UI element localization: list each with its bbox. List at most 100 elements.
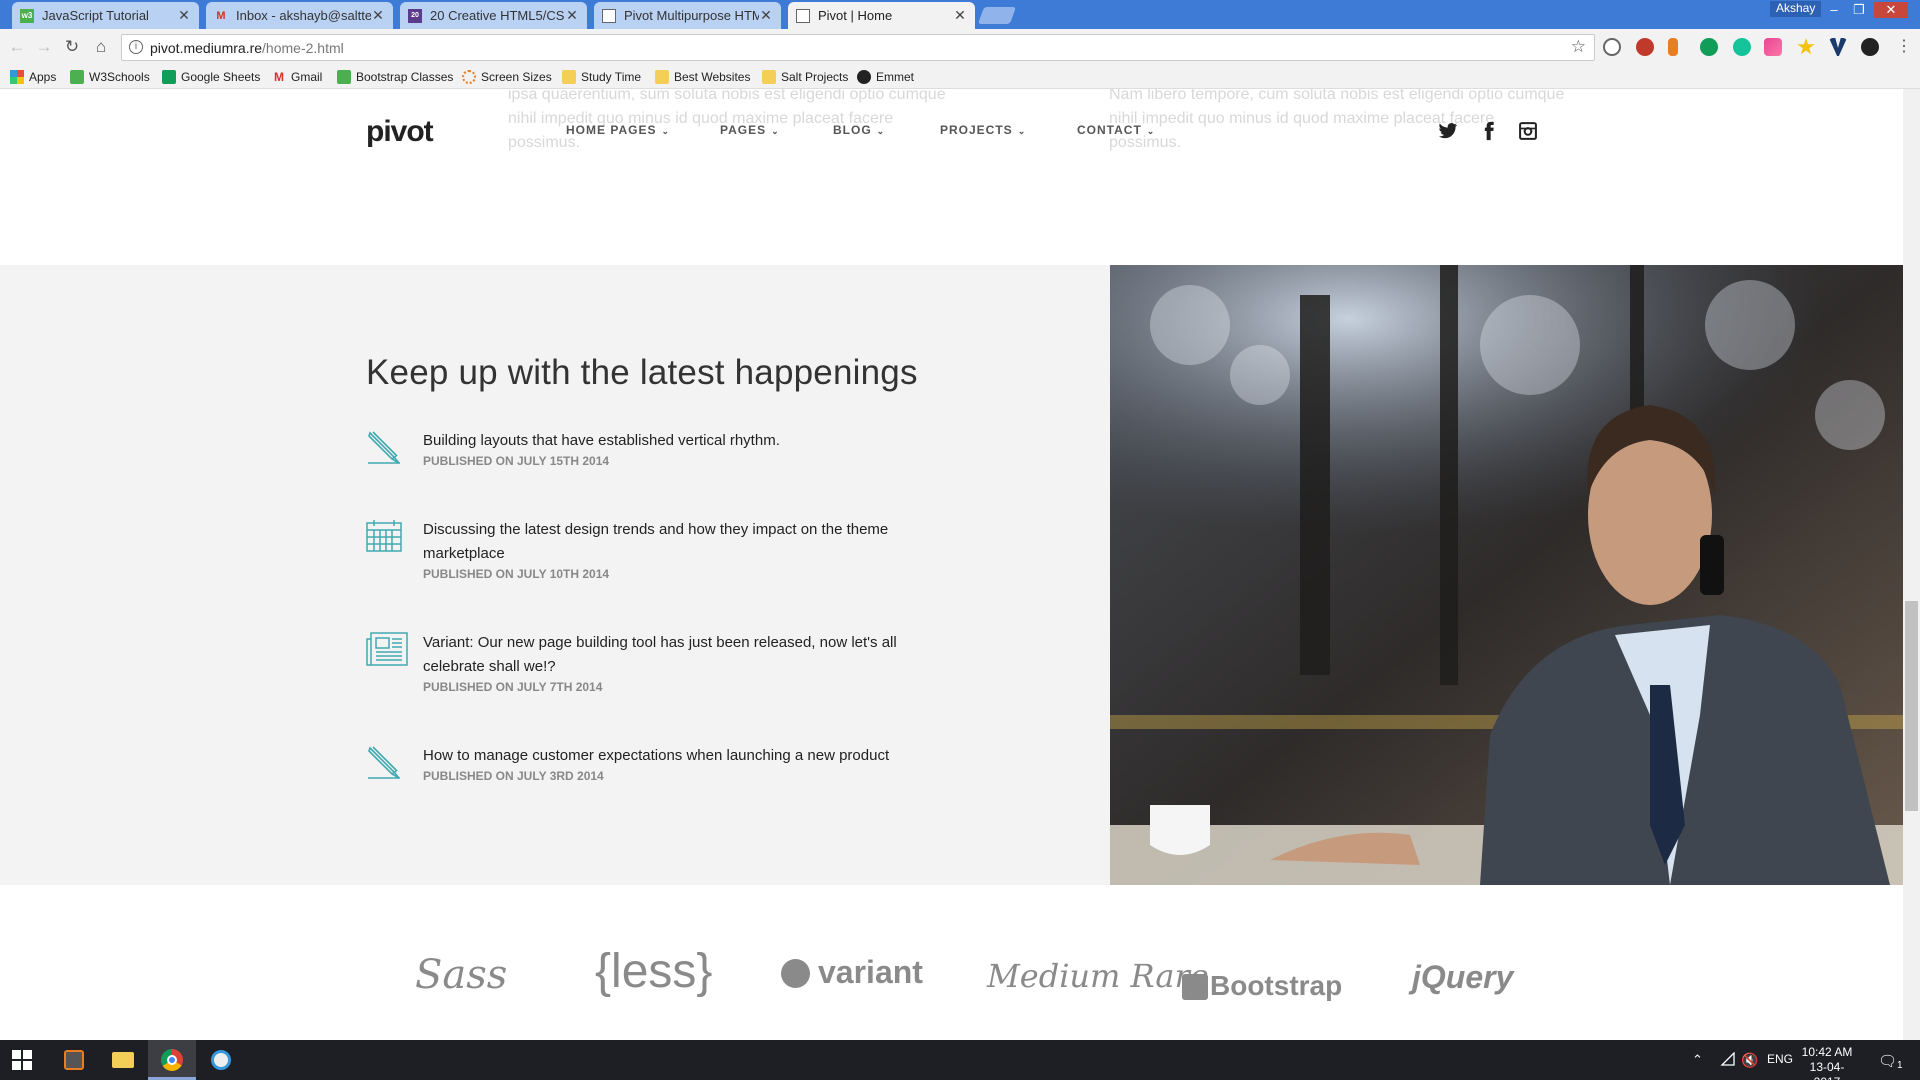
instagram-icon[interactable] [1517, 121, 1539, 143]
news-item-date: PUBLISHED ON JULY 15TH 2014 [423, 454, 610, 468]
news-item-date: PUBLISHED ON JULY 10TH 2014 [423, 567, 610, 581]
grammarly-icon[interactable] [1733, 38, 1751, 56]
bookmark-google-sheets[interactable]: Google Sheets [162, 68, 260, 86]
tab-javascript-tutorial[interactable]: w3 JavaScript Tutorial ✕ [12, 2, 199, 29]
news-item-title[interactable]: Discussing the latest design trends and … [423, 518, 923, 566]
tab-inbox[interactable]: M Inbox - akshayb@salttec ✕ [206, 2, 393, 29]
brand-sass: Sass [415, 952, 508, 998]
news-item-title[interactable]: Variant: Our new page building tool has … [423, 631, 923, 679]
close-tab-icon[interactable]: ✕ [565, 7, 579, 24]
taskbar-sublime-icon[interactable] [50, 1040, 98, 1080]
news-item-date: PUBLISHED ON JULY 3RD 2014 [423, 769, 604, 783]
bootstrap-classes-icon [337, 70, 351, 84]
apps-grid-icon [10, 70, 24, 84]
news-item-title[interactable]: How to manage customer expectations when… [423, 744, 923, 768]
notification-count: 1 [1897, 1060, 1903, 1071]
news-heading: Keep up with the latest happenings [366, 353, 918, 392]
news-section: Keep up with the latest happenings Build… [0, 265, 1110, 885]
extension-v-icon[interactable] [1829, 38, 1847, 56]
facebook-icon[interactable] [1478, 121, 1500, 143]
folder-icon [655, 70, 669, 84]
reload-icon[interactable]: ↻ [61, 36, 83, 58]
chevron-down-icon: ⌄ [771, 126, 780, 136]
news-item[interactable]: Building layouts that have established v… [366, 429, 966, 489]
profile-name[interactable]: Akshay [1770, 1, 1822, 17]
evernote-icon[interactable] [1700, 38, 1718, 56]
folder-icon [762, 70, 776, 84]
extension-dark-icon[interactable] [1861, 38, 1879, 56]
info-icon[interactable]: i [129, 40, 143, 54]
brand-variant: variant [818, 954, 923, 990]
adblock-icon[interactable] [1636, 38, 1654, 56]
url-text[interactable]: pivot.mediumra.re/home-2.html [150, 40, 344, 56]
site-logo[interactable]: pivot [366, 115, 434, 149]
bookmark-star-icon[interactable]: ☆ [1571, 37, 1586, 57]
show-hidden-icons-icon[interactable]: ⌃ [1692, 1052, 1703, 1068]
bookmark-folder-best-websites[interactable]: Best Websites [655, 68, 750, 86]
tab-pivot-home[interactable]: Pivot | Home ✕ [788, 2, 975, 29]
chrome-menu-icon[interactable]: ⋮ [1893, 36, 1915, 58]
extension-recycle-icon[interactable] [1603, 38, 1621, 56]
nav-blog[interactable]: BLOG ⌄ [833, 123, 885, 137]
bookmark-emmet[interactable]: Emmet [857, 68, 914, 86]
home-icon[interactable]: ⌂ [90, 36, 112, 58]
tab-pivot-multipurpose[interactable]: Pivot Multipurpose HTM ✕ [594, 2, 781, 29]
system-clock[interactable]: 10:42 AM 13-04-2017 [1797, 1045, 1857, 1090]
w3schools-favicon-icon: w3 [20, 8, 34, 23]
action-center-icon[interactable]: 🗨 [1878, 1052, 1897, 1070]
extension-palette-icon[interactable] [1764, 38, 1782, 56]
sheets-icon [162, 70, 176, 84]
bookmarks-bar: Apps W3Schools Google Sheets M Gmail Boot… [0, 65, 1920, 89]
bookmark-folder-study-time[interactable]: Study Time [562, 68, 641, 86]
bookmark-folder-salt-projects[interactable]: Salt Projects [762, 68, 848, 86]
nav-pages[interactable]: PAGES ⌄ [720, 123, 780, 137]
bookmark-w3schools[interactable]: W3Schools [70, 68, 150, 86]
news-item[interactable]: How to manage customer expectations when… [366, 744, 966, 804]
news-item-title[interactable]: Building layouts that have established v… [423, 429, 923, 453]
bookmark-apps[interactable]: Apps [10, 68, 56, 86]
page-scrollbar[interactable] [1903, 89, 1920, 1040]
close-window-icon[interactable]: ✕ [1874, 2, 1908, 18]
close-tab-icon[interactable]: ✕ [759, 7, 773, 24]
scrollbar-thumb[interactable] [1905, 601, 1918, 811]
bookmark-bootstrap-classes[interactable]: Bootstrap Classes [337, 68, 453, 86]
volume-muted-icon[interactable]: 🔇 [1741, 1052, 1758, 1069]
close-tab-icon[interactable]: ✕ [953, 7, 967, 24]
minimize-icon[interactable]: – [1823, 2, 1845, 18]
chevron-down-icon: ⌄ [876, 126, 886, 136]
bookmark-screen-sizes[interactable]: Screen Sizes [462, 68, 552, 86]
restore-icon[interactable]: ❐ [1848, 2, 1870, 18]
forward-arrow-icon[interactable]: → [33, 36, 55, 58]
ghost-text-left: ipsa quaerentium, sum soluta nobis est e… [508, 89, 946, 151]
news-item[interactable]: Discussing the latest design trends and … [366, 518, 966, 590]
taskbar-chrome-icon[interactable] [148, 1040, 196, 1080]
network-icon[interactable] [1720, 1051, 1736, 1069]
windows-start-icon[interactable] [12, 1050, 32, 1070]
businessman-photo [1110, 265, 1903, 885]
close-tab-icon[interactable]: ✕ [371, 7, 385, 24]
close-tab-icon[interactable]: ✕ [177, 7, 191, 24]
page-favicon-icon [602, 8, 616, 23]
brand-medium-rare: Medium Rare [987, 957, 1209, 995]
bookmark-gmail[interactable]: M Gmail [272, 68, 322, 86]
extension-star-icon[interactable] [1797, 38, 1815, 55]
gmail-favicon-icon: M [216, 9, 226, 22]
back-arrow-icon[interactable]: ← [6, 36, 28, 58]
taskbar-paint-icon[interactable] [197, 1040, 245, 1080]
variant-logo-icon [781, 959, 810, 988]
taskbar-file-explorer-icon[interactable] [99, 1040, 147, 1080]
folder-icon [562, 70, 576, 84]
address-bar[interactable]: i pivot.mediumra.re/home-2.html ☆ [121, 34, 1595, 61]
nav-home-pages[interactable]: HOME PAGES ⌄ [566, 123, 670, 137]
news-item[interactable]: Variant: Our new page building tool has … [366, 631, 966, 703]
tab-creative-html[interactable]: 20 20 Creative HTML5/CSS3 ✕ [400, 2, 587, 29]
language-indicator[interactable]: ENG [1767, 1052, 1793, 1066]
nav-contact[interactable]: CONTACT ⌄ [1077, 123, 1155, 137]
extension-ruler-icon[interactable] [1668, 38, 1678, 56]
calendar-icon [366, 518, 406, 554]
page-viewport: ipsa quaerentium, sum soluta nobis est e… [0, 89, 1903, 1040]
new-tab-button[interactable] [977, 7, 1017, 24]
nav-projects[interactable]: PROJECTS ⌄ [940, 123, 1026, 137]
windows-taskbar: ⌃ 🔇 ENG 10:42 AM 13-04-2017 🗨 1 [0, 1040, 1920, 1089]
twitter-icon[interactable] [1437, 121, 1459, 143]
